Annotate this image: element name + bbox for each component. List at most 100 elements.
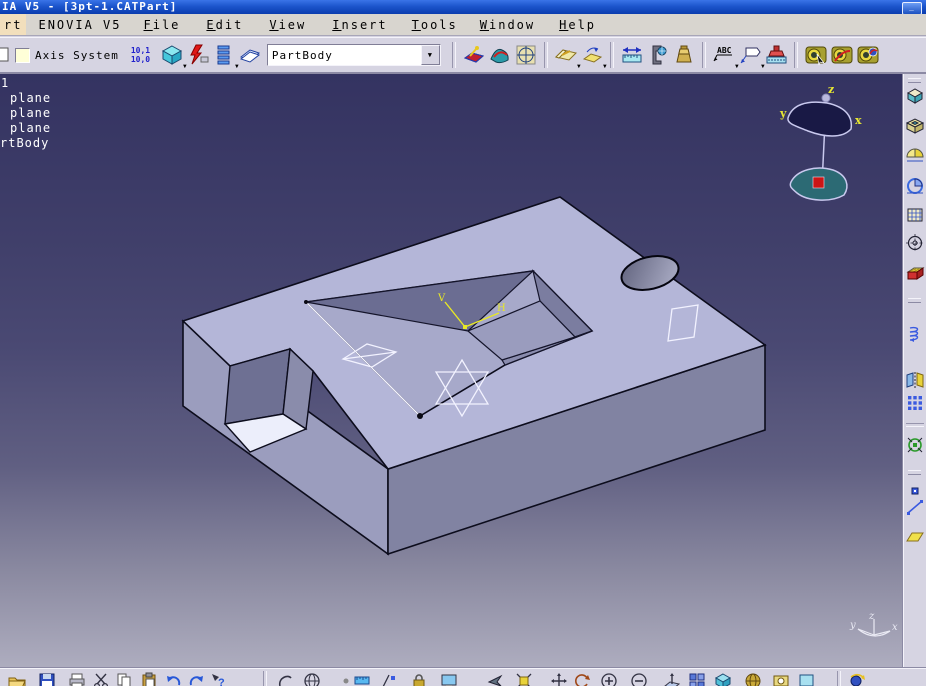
circular-reference-icon[interactable] — [905, 233, 925, 253]
render-tool-2-icon[interactable] — [830, 43, 854, 67]
sketch-startpoint[interactable] — [304, 300, 308, 304]
axis-system-checkbox[interactable] — [15, 47, 30, 63]
fit-all-in-icon[interactable] — [515, 672, 533, 686]
mirror-icon[interactable] — [905, 370, 925, 390]
undo-icon[interactable] — [165, 672, 183, 686]
fly-mode-icon[interactable] — [487, 672, 505, 686]
menu-start-partial[interactable]: rt — [0, 14, 27, 35]
toolbar-handle[interactable] — [908, 470, 921, 475]
menu-help[interactable]: Help — [555, 14, 600, 35]
mass-properties-icon[interactable] — [672, 43, 696, 67]
surfaces-icon[interactable] — [488, 43, 512, 67]
helix-icon[interactable] — [905, 324, 925, 344]
hide-show-icon[interactable] — [772, 672, 790, 686]
copy-icon[interactable] — [115, 672, 133, 686]
lock-icon[interactable] — [410, 672, 428, 686]
iso-view-icon[interactable] — [714, 672, 732, 686]
rib-icon[interactable] — [905, 263, 925, 283]
axis-snap-icon[interactable] — [380, 672, 398, 686]
menu-view[interactable]: View — [265, 14, 310, 35]
compass-upper-fan[interactable] — [787, 101, 853, 137]
part-model[interactable]: V H z y x z y x — [0, 74, 926, 668]
scaling-icon[interactable] — [905, 435, 925, 455]
catalog-browser-icon[interactable] — [238, 43, 262, 67]
stamp-icon[interactable] — [764, 43, 788, 67]
menu-tools[interactable]: Tools — [408, 14, 462, 35]
rotate-icon[interactable] — [573, 672, 591, 686]
paste-icon[interactable] — [140, 672, 158, 686]
toolbar-separator — [543, 42, 548, 68]
features-toolbar — [903, 74, 926, 668]
toolbar-handle[interactable] — [908, 298, 921, 303]
triad-x-label: x — [892, 622, 898, 633]
toolbar-separator — [837, 671, 841, 686]
zoom-in-icon[interactable] — [600, 672, 618, 686]
partbody-combobox[interactable]: PartBody ▼ — [266, 44, 441, 66]
pocket-icon[interactable] — [905, 116, 925, 136]
zoom-out-icon[interactable] — [630, 672, 648, 686]
wireframe-icon[interactable] — [276, 672, 294, 686]
menu-window[interactable]: Window — [476, 14, 539, 35]
plane-icon[interactable] — [905, 527, 925, 547]
sketcher-icon[interactable] — [462, 43, 486, 67]
render-tool-1-icon[interactable] — [804, 43, 828, 67]
magnifier-icon[interactable] — [798, 672, 816, 686]
cut-icon[interactable] — [92, 672, 110, 686]
generative-shape-icon[interactable] — [514, 43, 538, 67]
combobox-dropdown-button[interactable]: ▼ — [420, 45, 440, 65]
axis-system-label: Axis System — [35, 48, 119, 62]
compass-handle[interactable] — [812, 176, 825, 189]
shaft-icon[interactable] — [905, 146, 925, 166]
axis-triad: z y x — [849, 611, 898, 637]
turntable-icon[interactable] — [848, 672, 866, 686]
compass-y-label: y — [779, 107, 787, 120]
plane-note-arrow-icon[interactable]: ▼ — [580, 43, 608, 70]
save-icon[interactable] — [38, 672, 56, 686]
toolbar-separator — [793, 42, 798, 68]
triad-y-label: y — [849, 620, 856, 631]
specification-list-icon[interactable]: ▼ — [212, 43, 240, 70]
pan-icon[interactable] — [550, 672, 568, 686]
sketch-endpoint[interactable] — [417, 413, 423, 419]
pad-icon[interactable] — [905, 86, 925, 106]
units-display-icon[interactable]: 10,1 10,0 — [131, 46, 155, 64]
title-bar[interactable]: IA V5 - [3pt-1.CATPart] _ — [0, 0, 926, 15]
globe-icon[interactable] — [303, 672, 321, 686]
toolbar-handle[interactable] — [908, 78, 921, 83]
screen-icon[interactable] — [440, 672, 458, 686]
viewport-3d[interactable]: 1 plane plane plane rtBody V H z y x z y… — [0, 74, 926, 668]
axis-v-label: V — [437, 293, 446, 304]
hole-icon[interactable] — [905, 205, 925, 225]
toolbar-separator — [451, 42, 456, 68]
compass[interactable]: z y x — [779, 83, 862, 201]
redo-icon[interactable] — [187, 672, 205, 686]
groove-icon[interactable] — [905, 176, 925, 196]
isometric-view-icon[interactable]: ▼ — [160, 43, 188, 70]
normal-view-icon[interactable] — [663, 672, 681, 686]
open-icon[interactable] — [8, 672, 26, 686]
update-icon[interactable] — [186, 43, 210, 67]
menu-enovia-v5[interactable]: ENOVIA V5 — [34, 14, 125, 35]
window-title: IA V5 - [3pt-1.CATPart] — [2, 0, 178, 13]
rectangular-pattern-icon[interactable] — [905, 393, 925, 413]
menu-bar: rt ENOVIA V5 File Edit View Insert Tools… — [0, 14, 926, 36]
measure-item-icon[interactable] — [646, 43, 670, 67]
line-icon[interactable] — [905, 497, 925, 517]
menu-file[interactable]: File — [140, 14, 185, 35]
context-help-icon[interactable]: ? — [210, 672, 228, 686]
flag-note-icon[interactable]: ▼ — [738, 43, 766, 70]
render-style-icon[interactable] — [744, 672, 762, 686]
text-annotation-icon[interactable]: ABC ▼ — [712, 43, 740, 70]
measure-between-icon[interactable] — [620, 43, 644, 67]
print-icon[interactable] — [68, 672, 86, 686]
toolbar-separator — [701, 42, 706, 68]
partbody-value: PartBody — [271, 48, 333, 62]
plane-note-icon[interactable]: ▼ — [554, 43, 582, 70]
menu-insert[interactable]: Insert — [328, 14, 391, 35]
triad-z-label: z — [868, 611, 875, 622]
multi-view-icon[interactable] — [688, 672, 706, 686]
render-tool-3-icon[interactable] — [856, 43, 880, 67]
compass-x-label: x — [855, 114, 862, 127]
menu-edit[interactable]: Edit — [202, 14, 247, 35]
ruler-icon[interactable] — [353, 672, 371, 686]
